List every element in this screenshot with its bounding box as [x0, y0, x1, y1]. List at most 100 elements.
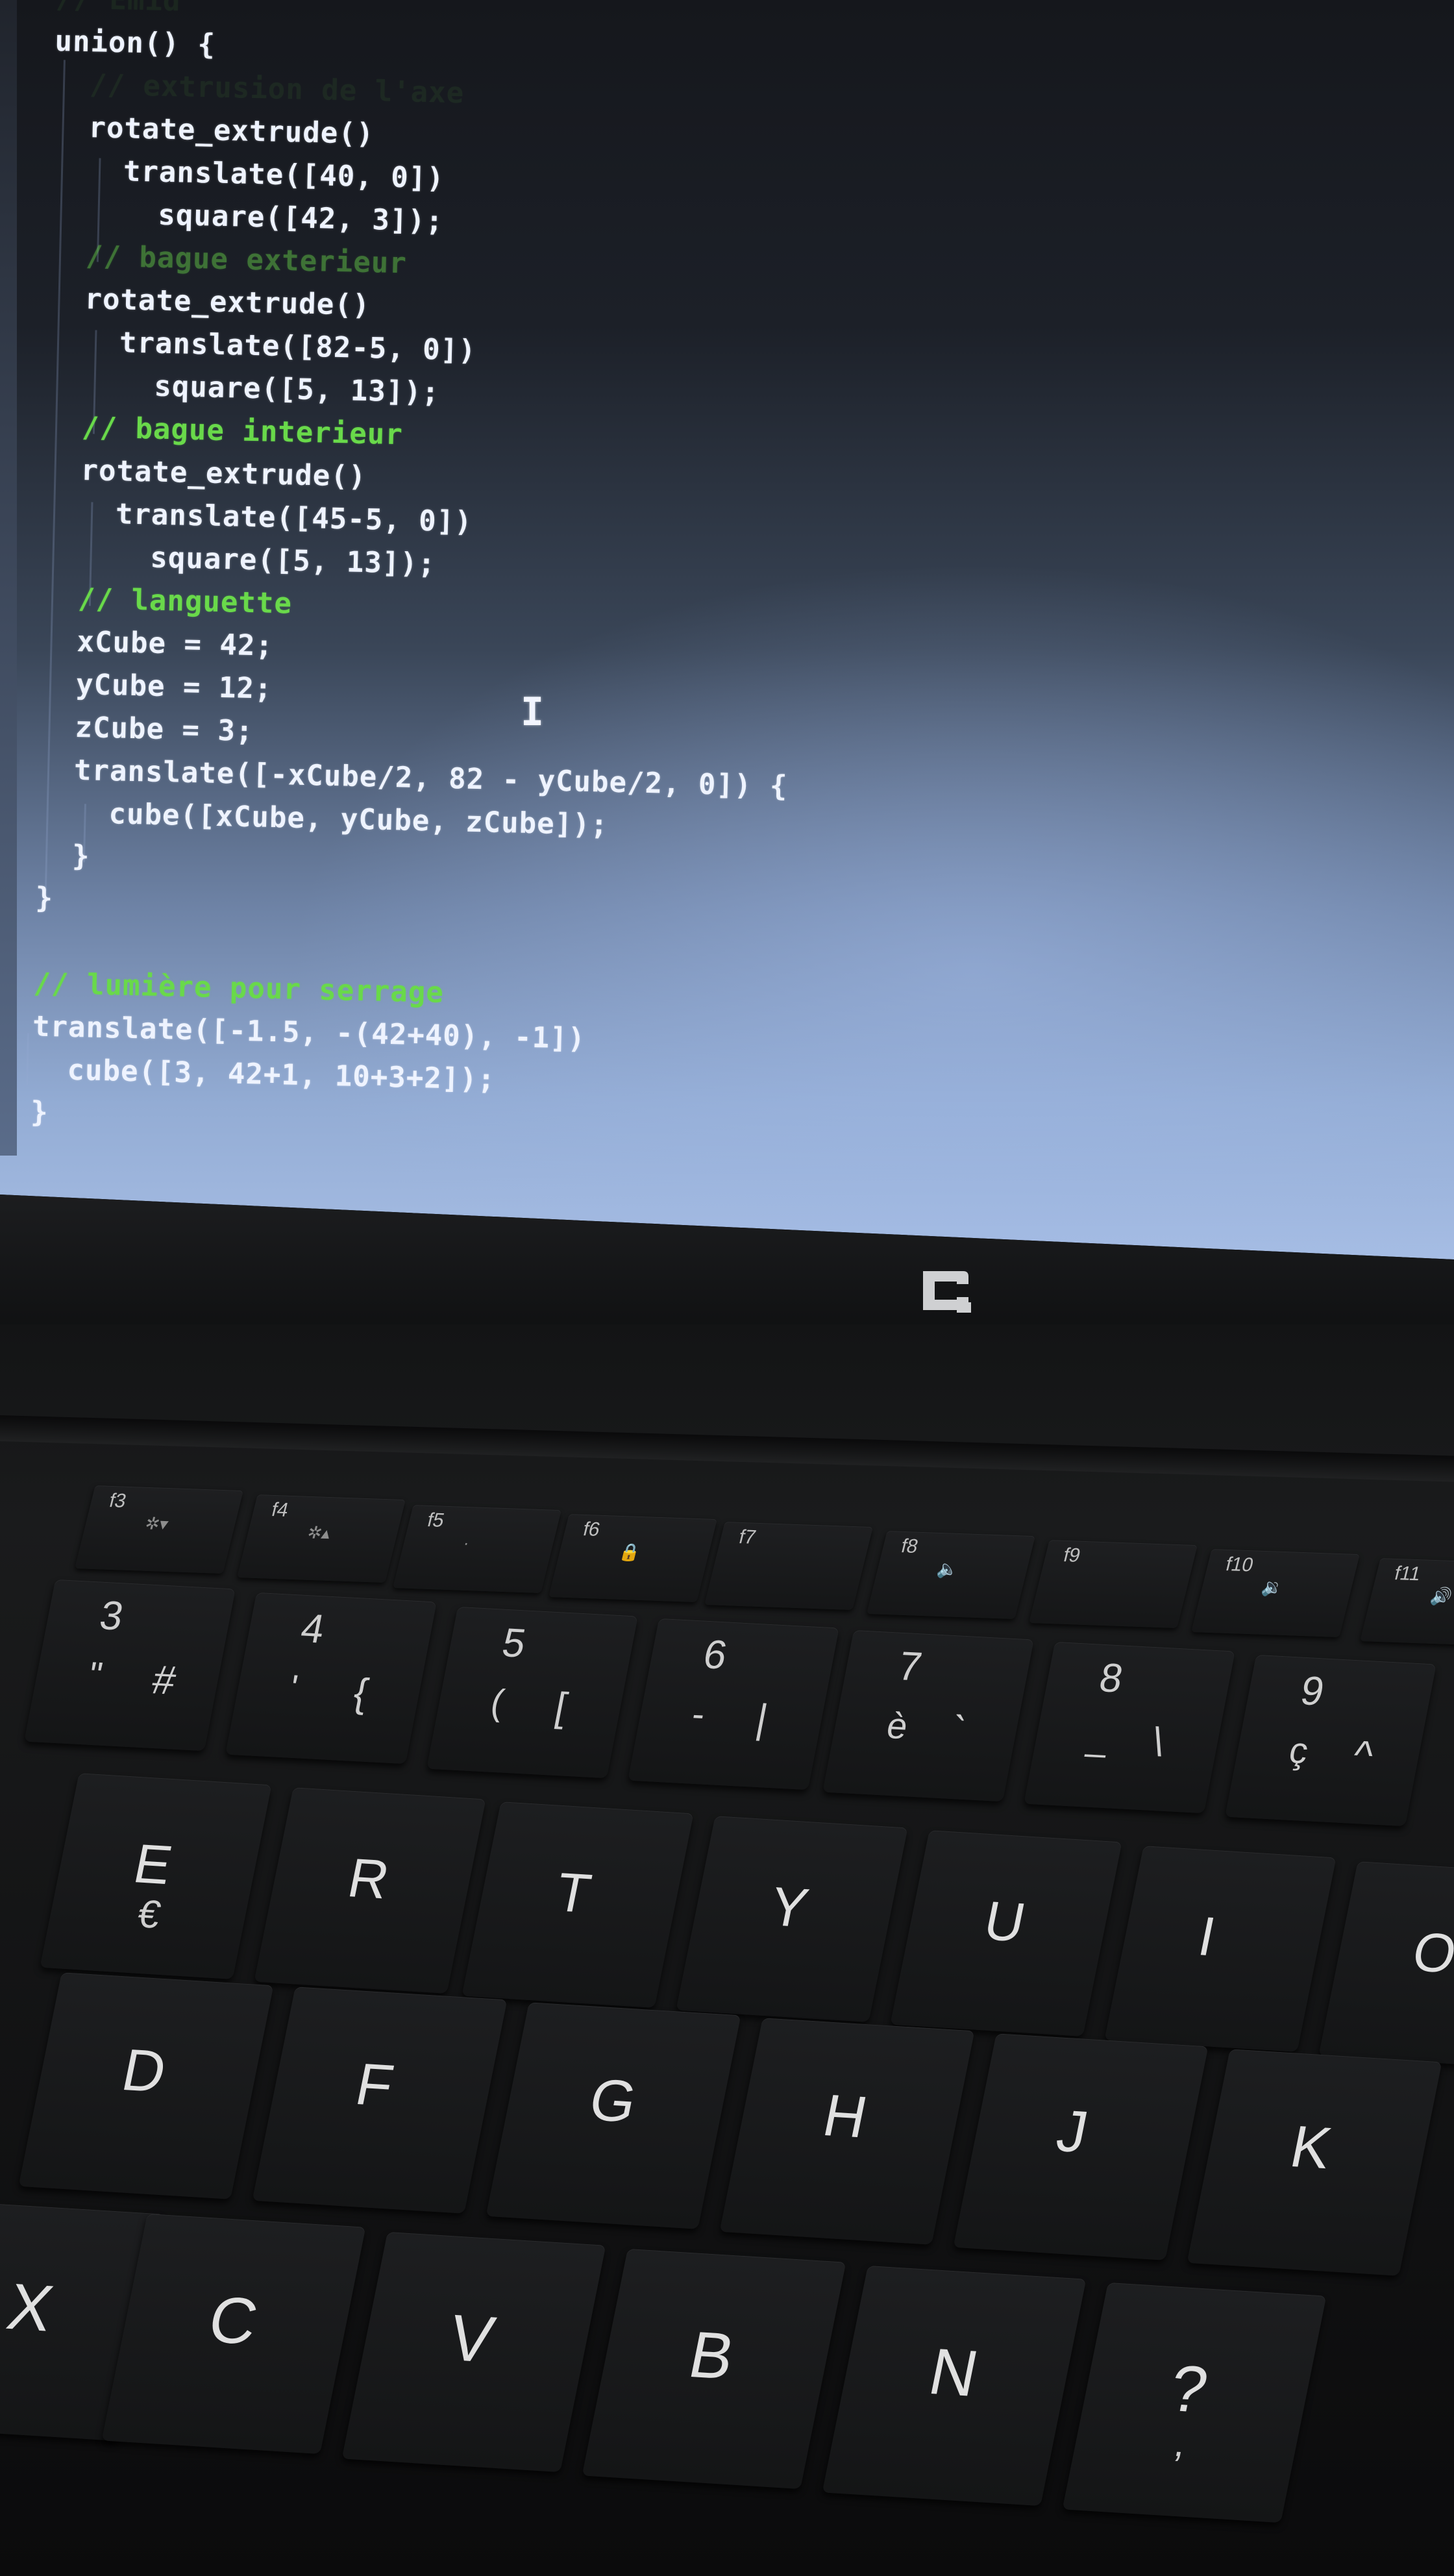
function-key-icon: 🔒 — [617, 1542, 643, 1563]
key-f[interactable]: F — [252, 1987, 508, 2214]
key-4[interactable]: 4 ' { — [225, 1592, 437, 1765]
code-editor[interactable]: // Emid union() { // extrusion de l'axe r… — [0, 0, 974, 1165]
key-b[interactable]: B — [582, 2248, 846, 2490]
key-lower-left-glyph: - — [689, 1692, 709, 1735]
indent-guide — [26, 1033, 29, 1085]
key-e[interactable]: E € — [40, 1773, 272, 1979]
key-lower-right-glyph: ` — [947, 1708, 969, 1754]
function-key-f3[interactable]: f3 ✲▾ — [75, 1485, 243, 1574]
key-t[interactable]: T — [462, 1802, 694, 2008]
code-line: rotate_extrude() — [49, 281, 371, 323]
function-key-icon: 🔈 — [935, 1559, 961, 1579]
laptop-screen: // Emid union() { // extrusion de l'axe r… — [0, 0, 1454, 1259]
key-c[interactable]: C — [101, 2213, 366, 2455]
text-cursor-ibeam-icon: I — [521, 689, 545, 735]
key-top-glyph: 8 — [1096, 1655, 1127, 1702]
key-comma[interactable]: ?, — [1062, 2282, 1327, 2523]
key-main-glyph: U — [979, 1889, 1031, 1953]
key-lower-left-glyph: ç — [1286, 1729, 1312, 1772]
key-9[interactable]: 9 ç ^ — [1225, 1654, 1436, 1827]
key-alt-glyph: , — [1170, 2420, 1190, 2465]
function-key-f8[interactable]: f8 🔈 — [867, 1531, 1035, 1619]
code-line: union() { — [55, 24, 216, 62]
function-key-f4[interactable]: f4 ✲▴ — [237, 1494, 406, 1583]
code-comment-line: // lumière pour serrage — [33, 967, 445, 1009]
compaq-logo-icon — [923, 1271, 971, 1313]
key-y[interactable]: Y — [676, 1816, 908, 2022]
key-lower-right-glyph: [ — [551, 1685, 571, 1730]
key-k[interactable]: K — [1187, 2049, 1442, 2276]
key-r[interactable]: R — [254, 1787, 486, 1994]
photo-scene: // Emid union() { // extrusion de l'axe r… — [0, 0, 1454, 2576]
code-line: translate([-1.5, -(42+40), -1]) — [32, 1009, 586, 1056]
key-5[interactable]: 5 ([ — [426, 1606, 638, 1779]
key-lower-right-glyph: \ — [1148, 1720, 1168, 1765]
code-line: square([5, 13]); — [47, 367, 440, 410]
key-main-glyph: D — [116, 2037, 172, 2105]
key-lower-left-glyph: ' — [286, 1666, 301, 1709]
code-line: yCube = 12; — [40, 667, 273, 706]
function-key-f5[interactable]: f5 · — [393, 1505, 561, 1593]
function-key-label: f7 — [736, 1526, 758, 1548]
key-top-glyph: 7 — [894, 1644, 926, 1690]
key-alt-glyph: € — [134, 1892, 165, 1937]
function-key-icon: ✲▾ — [143, 1513, 171, 1534]
key-8[interactable]: 8 _ \ — [1024, 1641, 1235, 1814]
key-7[interactable]: 7 è ` — [822, 1629, 1034, 1802]
function-key-f7[interactable]: f7 — [704, 1522, 873, 1610]
code-comment-line: // extrusion de l'axe — [53, 67, 465, 110]
code-line: } — [35, 881, 54, 915]
function-key-f6[interactable]: f6 🔒 — [548, 1514, 717, 1602]
key-6[interactable]: 6 - | — [628, 1618, 839, 1790]
key-top-glyph: 4 — [297, 1606, 328, 1652]
key-main-glyph: Y — [765, 1875, 813, 1939]
code-line: translate([40, 0]) — [51, 153, 445, 195]
code-line: translate([45-5, 0]) — [43, 495, 473, 539]
key-3[interactable]: 3 " # — [24, 1579, 236, 1752]
key-main-glyph: I — [1193, 1905, 1221, 1968]
function-key-label: f9 — [1061, 1544, 1083, 1567]
key-n[interactable]: N — [822, 2265, 1087, 2507]
key-main-glyph: H — [817, 2083, 873, 2151]
function-key-label: f4 — [269, 1498, 291, 1521]
key-h[interactable]: H — [719, 2018, 975, 2245]
key-d[interactable]: D — [18, 1972, 274, 2199]
code-comment-line: // Emid — [56, 0, 182, 18]
key-main-glyph: ? — [1163, 2351, 1214, 2427]
key-lower-right-glyph: | — [752, 1696, 772, 1742]
code-comment-line: // languette — [42, 581, 293, 621]
code-line: rotate_extrude() — [53, 110, 375, 151]
key-lower-left-glyph: ( — [487, 1681, 508, 1723]
function-key-icon: · — [461, 1533, 472, 1553]
code-line: xCube = 42; — [41, 624, 274, 663]
function-key-f10[interactable]: f10 🔉 — [1191, 1549, 1360, 1637]
code-line: translate([-xCube/2, 82 - yCube/2, 0]) { — [38, 752, 789, 803]
function-key-icon: ✲▴ — [305, 1522, 333, 1543]
key-main-glyph: G — [584, 2067, 643, 2135]
code-line: } — [36, 838, 91, 873]
function-key-label: f11 — [1392, 1562, 1423, 1585]
code-line: cube([xCube, yCube, zCube]); — [37, 795, 609, 842]
key-g[interactable]: G — [486, 2002, 741, 2229]
function-key-f9[interactable]: f9 — [1029, 1540, 1198, 1628]
key-v[interactable]: V — [341, 2231, 606, 2473]
code-line: } — [30, 1095, 49, 1130]
key-lower-left-glyph: è — [883, 1704, 912, 1747]
key-top-glyph: 9 — [1297, 1668, 1328, 1715]
key-lower-right-glyph: # — [149, 1657, 180, 1703]
key-top-glyph: 6 — [700, 1632, 731, 1678]
key-lower-left-glyph: " — [85, 1653, 106, 1696]
key-u[interactable]: U — [890, 1830, 1122, 2037]
key-main-glyph: E — [129, 1832, 177, 1896]
key-lower-right-glyph: ^ — [1349, 1733, 1377, 1779]
key-lower-right-glyph: { — [350, 1670, 372, 1716]
function-key-label: f10 — [1223, 1553, 1256, 1576]
code-line: translate([82-5, 0]) — [47, 324, 477, 367]
code-line: square([5, 13]); — [43, 538, 436, 581]
key-j[interactable]: J — [953, 2033, 1209, 2260]
function-key-label: f5 — [425, 1509, 447, 1531]
function-key-icon: 🔉 — [1259, 1577, 1286, 1598]
code-line: rotate_extrude() — [45, 452, 367, 493]
key-i[interactable]: I — [1104, 1846, 1337, 2052]
key-top-glyph: 3 — [96, 1593, 127, 1639]
